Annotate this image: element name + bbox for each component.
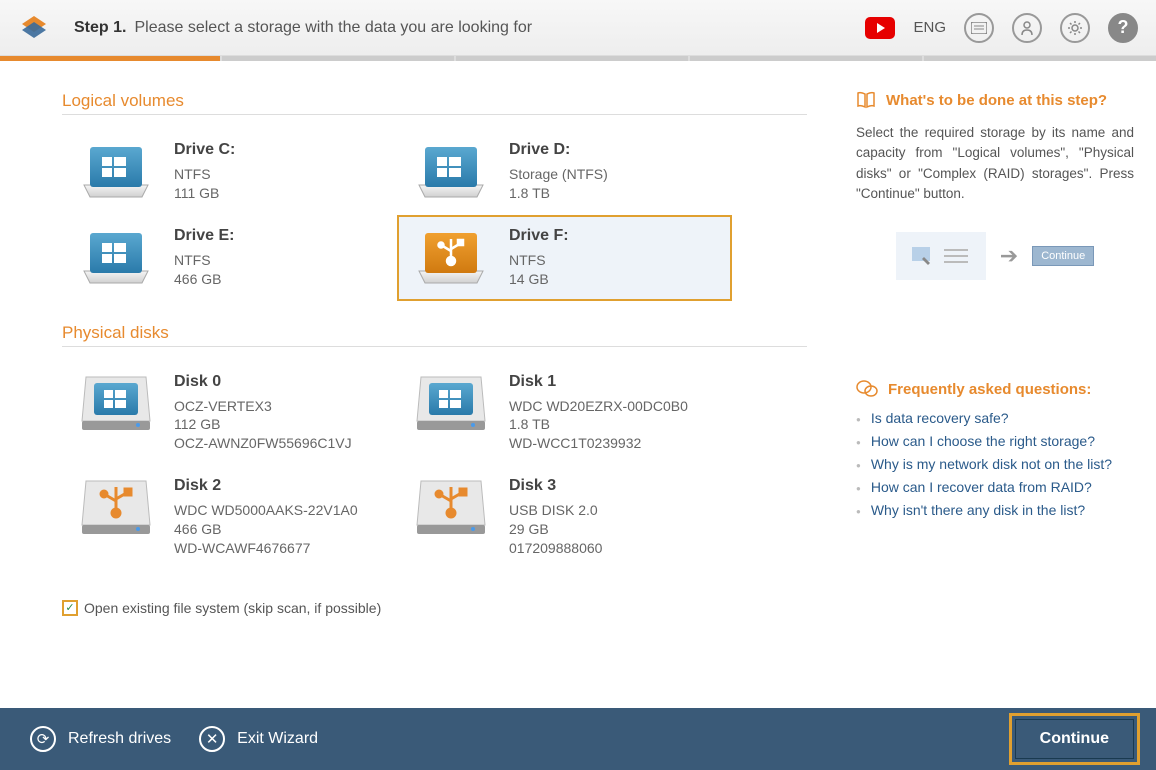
drive-card[interactable]: Drive E: NTFS466 GB <box>62 215 397 301</box>
open-existing-fs-checkbox[interactable]: ✓ <box>62 600 78 616</box>
faq-link[interactable]: Why is my network disk not on the list? <box>871 456 1112 472</box>
drive-detail-line: OCZ-VERTEX3 <box>174 397 352 416</box>
keyboard-icon[interactable] <box>964 13 994 43</box>
drive-detail-line: OCZ-AWNZ0FW55696C1VJ <box>174 434 352 453</box>
drive-detail-line: 111 GB <box>174 184 235 203</box>
language-selector[interactable]: ENG <box>913 19 946 36</box>
help-sidebar: What's to be done at this step? Select t… <box>844 91 1134 698</box>
open-existing-fs-label: Open existing file system (skip scan, if… <box>84 600 381 616</box>
drive-icon <box>411 477 491 537</box>
drive-card[interactable]: Disk 0 OCZ-VERTEX3112 GBOCZ-AWNZ0FW55696… <box>62 361 397 466</box>
user-icon[interactable] <box>1012 13 1042 43</box>
drive-card[interactable]: Drive D: Storage (NTFS)1.8 TB <box>397 129 732 215</box>
drive-icon <box>411 227 491 287</box>
drive-detail-line: 466 GB <box>174 520 358 539</box>
faq-heading: Frequently asked questions: <box>888 381 1091 398</box>
drive-detail-line: 017209888060 <box>509 539 602 558</box>
header-title: Step 1. Please select a storage with the… <box>74 19 865 37</box>
faq-item: Why is my network disk not on the list? <box>856 456 1134 472</box>
physical-disks-heading: Physical disks <box>62 323 814 343</box>
help-icon[interactable]: ? <box>1108 13 1138 43</box>
drive-detail-line: Storage (NTFS) <box>509 165 608 184</box>
step-number-label: Step 1. <box>74 19 126 37</box>
drive-detail-line: USB DISK 2.0 <box>509 501 602 520</box>
footer-bar: ⟳ Refresh drives ✕ Exit Wizard Continue <box>0 708 1156 770</box>
storage-list-panel: Logical volumes Drive C: NTFS111 GB Driv… <box>62 91 844 698</box>
faq-link[interactable]: How can I choose the right storage? <box>871 433 1095 449</box>
faq-link[interactable]: Is data recovery safe? <box>871 410 1009 426</box>
logical-volumes-heading: Logical volumes <box>62 91 814 111</box>
drive-name-label: Disk 2 <box>174 477 358 495</box>
faq-link[interactable]: Why isn't there any disk in the list? <box>871 502 1085 518</box>
drive-icon <box>411 373 491 433</box>
drive-name-label: Disk 0 <box>174 373 352 391</box>
drive-detail-line: 1.8 TB <box>509 184 608 203</box>
drive-name-label: Drive E: <box>174 227 234 245</box>
step-description: Please select a storage with the data yo… <box>134 19 532 37</box>
faq-item: Why isn't there any disk in the list? <box>856 502 1134 518</box>
exit-wizard-button[interactable]: ✕ Exit Wizard <box>185 718 332 760</box>
help-illustration: ➔ Continue <box>856 232 1134 280</box>
drive-card[interactable]: Disk 3 USB DISK 2.029 GB017209888060 <box>397 465 732 570</box>
help-text: Select the required storage by its name … <box>856 123 1134 204</box>
header-bar: Step 1. Please select a storage with the… <box>0 0 1156 56</box>
drive-icon <box>76 477 156 537</box>
faq-item: How can I choose the right storage? <box>856 433 1134 449</box>
faq-link[interactable]: How can I recover data from RAID? <box>871 479 1092 495</box>
drive-icon <box>76 141 156 201</box>
drive-card[interactable]: Disk 1 WDC WD20EZRX-00DC0B01.8 TBWD-WCC1… <box>397 361 732 466</box>
drive-icon <box>76 373 156 433</box>
drive-detail-line: WD-WCC1T0239932 <box>509 434 688 453</box>
drive-detail-line: 14 GB <box>509 270 569 289</box>
faq-item: How can I recover data from RAID? <box>856 479 1134 495</box>
refresh-drives-button[interactable]: ⟳ Refresh drives <box>16 718 185 760</box>
drive-detail-line: WDC WD20EZRX-00DC0B0 <box>509 397 688 416</box>
drive-detail-line: WDC WD5000AAKS-22V1A0 <box>174 501 358 520</box>
drive-detail-line: NTFS <box>509 251 569 270</box>
drive-detail-line: NTFS <box>174 165 235 184</box>
drive-name-label: Drive D: <box>509 141 608 159</box>
drive-name-label: Drive C: <box>174 141 235 159</box>
book-icon <box>856 91 876 109</box>
drive-detail-line: 466 GB <box>174 270 234 289</box>
drive-detail-line: WD-WCAWF4676677 <box>174 539 358 558</box>
settings-gear-icon[interactable] <box>1060 13 1090 43</box>
app-logo-icon <box>18 12 50 44</box>
drive-detail-line: 112 GB <box>174 415 352 434</box>
drive-icon <box>411 141 491 201</box>
faq-item: Is data recovery safe? <box>856 410 1134 426</box>
drive-detail-line: 29 GB <box>509 520 602 539</box>
drive-name-label: Disk 3 <box>509 477 602 495</box>
faq-icon <box>856 380 878 398</box>
drive-name-label: Drive F: <box>509 227 569 245</box>
close-icon: ✕ <box>199 726 225 752</box>
drive-icon <box>76 227 156 287</box>
drive-card[interactable]: Drive F: NTFS14 GB <box>397 215 732 301</box>
continue-button[interactable]: Continue <box>1009 713 1140 765</box>
refresh-icon: ⟳ <box>30 726 56 752</box>
drive-name-label: Disk 1 <box>509 373 688 391</box>
drive-card[interactable]: Disk 2 WDC WD5000AAKS-22V1A0466 GBWD-WCA… <box>62 465 397 570</box>
youtube-icon[interactable] <box>865 17 895 39</box>
drive-detail-line: 1.8 TB <box>509 415 688 434</box>
drive-card[interactable]: Drive C: NTFS111 GB <box>62 129 397 215</box>
drive-detail-line: NTFS <box>174 251 234 270</box>
whats-to-be-done-heading: What's to be done at this step? <box>886 92 1107 109</box>
